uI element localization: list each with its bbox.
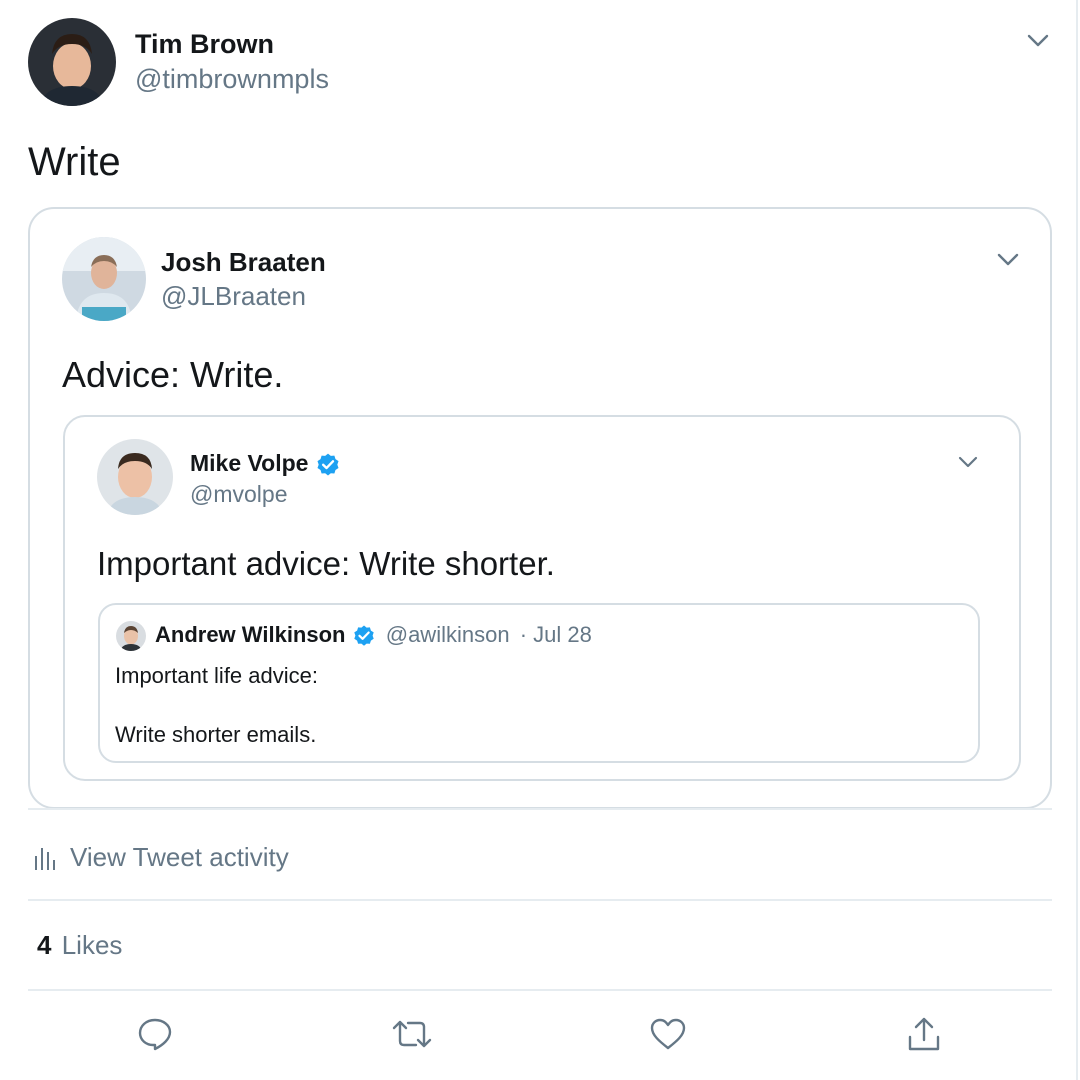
nested-author-name-text: Mike Volpe <box>190 450 309 476</box>
like-button[interactable] <box>642 1008 694 1060</box>
quoted-tweet-card[interactable]: Josh Braaten @JLBraaten Advice: Write. M… <box>28 207 1052 809</box>
view-tweet-activity-link[interactable]: View Tweet activity <box>34 840 289 874</box>
inner-tweet-text-line2: Write shorter emails. <box>115 722 317 747</box>
quoted-author-name[interactable]: Josh Braaten <box>161 247 326 278</box>
retweet-icon <box>392 1020 432 1048</box>
nested-author-name[interactable]: Mike Volpe <box>190 450 341 478</box>
inner-tweet-date: · Jul 28 <box>519 622 592 647</box>
quoted-author-avatar[interactable] <box>62 237 146 321</box>
nested-tweet-text: Important advice: Write shorter. <box>97 545 555 582</box>
heart-icon <box>650 1018 686 1050</box>
nested-author-handle[interactable]: @mvolpe <box>190 481 288 508</box>
chevron-down-icon[interactable] <box>996 249 1020 274</box>
quoted-author-handle[interactable]: @JLBraaten <box>161 281 306 312</box>
nested-author-avatar[interactable] <box>97 439 173 515</box>
share-button[interactable] <box>898 1008 950 1060</box>
retweet-button[interactable] <box>386 1008 438 1060</box>
inner-quoted-tweet-card[interactable]: Andrew Wilkinson @awilkinson · Jul 28 Im… <box>98 603 980 763</box>
divider <box>28 899 1052 901</box>
reply-button[interactable] <box>129 1008 181 1060</box>
inner-author-name-text: Andrew Wilkinson <box>155 622 346 647</box>
nested-quoted-tweet-card[interactable]: Mike Volpe @mvolpe Important advice: Wri… <box>63 415 1021 781</box>
author-handle[interactable]: @timbrownmpls <box>135 64 329 95</box>
verified-badge-icon <box>317 453 339 476</box>
inner-tweet-text-line1: Important life advice: <box>115 663 318 688</box>
inner-author-handle[interactable]: @awilkinson <box>386 622 510 647</box>
likes-label: Likes <box>61 930 123 960</box>
divider <box>28 808 1052 810</box>
quoted-tweet-text: Advice: Write. <box>62 354 284 395</box>
chevron-down-icon[interactable] <box>1026 30 1050 55</box>
reply-icon <box>138 1018 172 1051</box>
view-tweet-activity-label: View Tweet activity <box>70 841 289 872</box>
inner-author-name[interactable]: Andrew Wilkinson @awilkinson · Jul 28 <box>155 622 592 648</box>
divider <box>28 989 1052 991</box>
author-name[interactable]: Tim Brown <box>135 29 274 60</box>
chevron-down-icon[interactable] <box>957 453 979 476</box>
tweet-detail: Tim Brown @timbrownmpls Write Josh Braat… <box>0 0 1078 1080</box>
analytics-icon <box>35 848 55 870</box>
author-avatar[interactable] <box>28 18 116 106</box>
likes-count: 4 <box>37 930 52 960</box>
share-icon <box>908 1017 940 1051</box>
inner-author-avatar[interactable] <box>116 621 146 651</box>
verified-badge-icon <box>353 625 374 646</box>
tweet-text: Write <box>28 140 121 184</box>
likes-count-link[interactable]: 4 Likes <box>37 930 122 961</box>
